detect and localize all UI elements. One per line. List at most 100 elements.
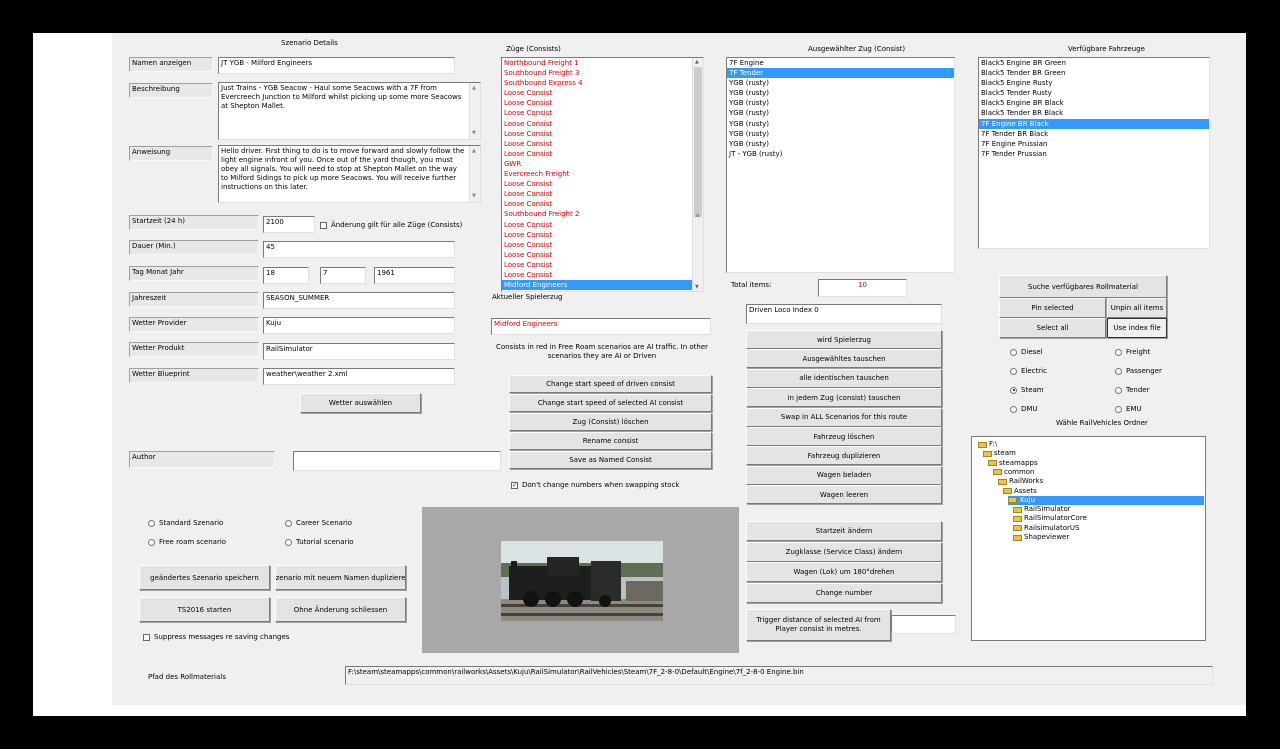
radio-steam[interactable]: Steam bbox=[1010, 386, 1044, 394]
consist-item[interactable]: Loose Consist bbox=[502, 220, 695, 230]
consist-item[interactable]: Southbound Freight 2 bbox=[502, 209, 695, 219]
month-field[interactable]: 7 bbox=[320, 267, 366, 284]
path-field[interactable]: F:\steam\steamapps\common\railworks\Asse… bbox=[345, 666, 1213, 685]
consist-item[interactable]: Loose Consist bbox=[502, 189, 695, 199]
radio-tutorial[interactable]: Tutorial scenario bbox=[285, 538, 354, 546]
change-start-time-button[interactable]: Startzeit ändern bbox=[746, 521, 942, 541]
weather-blueprint-field[interactable]: weather\weather 2.xml bbox=[263, 368, 455, 385]
weather-product-field[interactable]: RailSimulator bbox=[263, 343, 455, 360]
radio-standard[interactable]: Standard Szenario bbox=[148, 519, 223, 527]
consist-item[interactable]: Loose Consist bbox=[502, 88, 695, 98]
close-without-change-button[interactable]: Ohne Änderung schliessen bbox=[275, 597, 406, 622]
consist-item[interactable]: Loose Consist bbox=[502, 230, 695, 240]
consist-item[interactable]: Southbound Freight 3 bbox=[502, 68, 695, 78]
selected-train-list[interactable]: 7F Engine 7F Tender YGB (rusty) YGB (rusty)… bbox=[726, 57, 955, 273]
available-vehicle-item[interactable]: 7F Tender Prussian bbox=[979, 149, 1209, 159]
duplicate-vehicle-button[interactable]: Fahrzeug duplizieren bbox=[746, 446, 942, 466]
radio-electric[interactable]: Electric bbox=[1010, 367, 1047, 375]
radio-career[interactable]: Career Scenario bbox=[285, 519, 352, 527]
folder-node[interactable]: RailSimulator bbox=[1013, 505, 1071, 514]
folder-node[interactable]: RailWorks bbox=[998, 477, 1043, 486]
duplicate-scenario-button[interactable]: Szenario mit neuem Namen duplizieren bbox=[275, 565, 406, 590]
change-speed-driven-button[interactable]: Change start speed of driven consist bbox=[509, 375, 712, 393]
instruction-field[interactable]: Hello driver. First thing to do is to mo… bbox=[218, 145, 481, 203]
folder-tree[interactable]: F:\ steam steamapps common RailWorks Assets Ku… bbox=[971, 436, 1206, 641]
folder-node[interactable]: Assets bbox=[1003, 487, 1037, 496]
consist-item[interactable]: GWR bbox=[502, 159, 695, 169]
rotate-wagon-button[interactable]: Wagen (Lok) um 180°drehen bbox=[746, 562, 942, 582]
swap-selected-button[interactable]: Ausgewähltes tauschen bbox=[746, 349, 942, 369]
train-vehicle-item[interactable]: JT - YGB (rusty) bbox=[727, 149, 954, 159]
radio-emu[interactable]: EMU bbox=[1115, 405, 1142, 413]
consists-scrollbar[interactable]: ▲ ≡ ▼ bbox=[692, 58, 703, 291]
player-train-field[interactable]: Midford Engineers bbox=[491, 318, 711, 335]
trigger-distance-button[interactable]: Trigger distance of selected AI from Pla… bbox=[746, 609, 891, 641]
train-vehicle-item[interactable]: YGB (rusty) bbox=[727, 88, 954, 98]
available-vehicle-item[interactable]: Black5 Engine Rusty bbox=[979, 78, 1209, 88]
available-vehicle-item[interactable]: Black5 Tender BR Black bbox=[979, 108, 1209, 118]
consist-item[interactable]: Midford Engineers bbox=[502, 280, 695, 291]
select-weather-button[interactable]: Wetter auswählen bbox=[300, 393, 421, 413]
folder-node[interactable]: RailsimulatorUS bbox=[1013, 524, 1079, 533]
folder-node[interactable]: steam bbox=[983, 449, 1016, 458]
consist-item[interactable]: Loose Consist bbox=[502, 260, 695, 270]
consist-item[interactable]: Loose Consist bbox=[502, 129, 695, 139]
consist-item[interactable]: Loose Consist bbox=[502, 108, 695, 118]
description-field[interactable]: Just Trains - YGB Seacow - Haul some Sea… bbox=[218, 82, 481, 140]
day-field[interactable]: 18 bbox=[263, 267, 309, 284]
available-vehicle-item[interactable]: Black5 Engine BR Green bbox=[979, 58, 1209, 68]
vehicles-list[interactable]: Black5 Engine BR Green Black5 Tender BR G… bbox=[978, 57, 1210, 249]
consist-item[interactable]: Southbound Express 4 bbox=[502, 78, 695, 88]
instruction-scrollbar[interactable] bbox=[469, 146, 480, 202]
start-ts2016-button[interactable]: TS2016 starten bbox=[139, 597, 270, 622]
save-scenario-button[interactable]: geändertes Szenario speichern bbox=[139, 565, 270, 590]
change-speed-ai-button[interactable]: Change start speed of selected AI consis… bbox=[509, 394, 712, 412]
folder-node[interactable]: Kuju bbox=[1008, 495, 1204, 505]
available-vehicle-item[interactable]: Black5 Tender BR Green bbox=[979, 68, 1209, 78]
search-rolling-stock-button[interactable]: Suche verfügbares Rollmaterial bbox=[999, 275, 1167, 298]
consist-item[interactable]: Loose Consist bbox=[502, 270, 695, 280]
consist-item[interactable]: Loose Consist bbox=[502, 149, 695, 159]
folder-node[interactable]: common bbox=[993, 468, 1035, 477]
consist-item[interactable]: Loose Consist bbox=[502, 199, 695, 209]
driven-loco-field[interactable]: Driven Loco Index 0 bbox=[746, 304, 942, 324]
radio-passenger[interactable]: Passenger bbox=[1115, 367, 1162, 375]
folder-node[interactable]: steamapps bbox=[988, 459, 1038, 468]
consist-item[interactable]: Northbound Freight 1 bbox=[502, 58, 695, 68]
available-vehicle-item[interactable]: Black5 Engine BR Black bbox=[979, 98, 1209, 108]
save-named-consist-button[interactable]: Save as Named Consist bbox=[509, 451, 712, 469]
train-vehicle-item[interactable]: YGB (rusty) bbox=[727, 78, 954, 88]
change-service-class-button[interactable]: Zugklasse (Service Class) ändern bbox=[746, 541, 942, 562]
train-vehicle-item[interactable]: 7F Engine bbox=[727, 58, 954, 68]
radio-diesel[interactable]: Diesel bbox=[1010, 348, 1043, 356]
consists-list[interactable]: Northbound Freight 1 Southbound Freight 3… bbox=[501, 57, 704, 292]
dont-change-numbers-checkbox[interactable]: ✓ Don't change numbers when swapping stoc… bbox=[511, 481, 680, 489]
train-vehicle-item[interactable]: YGB (rusty) bbox=[727, 119, 954, 129]
name-field[interactable]: JT YGB - Milford Engineers bbox=[218, 57, 455, 74]
swap-in-every-consist-button[interactable]: in jedem Zug (consist) tauschen bbox=[746, 388, 942, 408]
radio-tender[interactable]: Tender bbox=[1115, 386, 1149, 394]
season-field[interactable]: SEASON_SUMMER bbox=[263, 292, 455, 309]
train-vehicle-item[interactable]: YGB (rusty) bbox=[727, 98, 954, 108]
change-number-button[interactable]: Change number bbox=[746, 582, 942, 603]
delete-consist-button[interactable]: Zug (Consist) löschen bbox=[509, 413, 712, 431]
trigger-distance-field[interactable] bbox=[891, 615, 956, 634]
suppress-messages-checkbox[interactable]: Suppress messages re saving changes bbox=[143, 633, 289, 641]
select-all-button[interactable]: Select all bbox=[999, 318, 1106, 338]
available-vehicle-item[interactable]: 7F Engine BR Black bbox=[979, 118, 1209, 129]
duration-field[interactable]: 45 bbox=[263, 241, 455, 258]
available-vehicle-item[interactable]: 7F Tender BR Black bbox=[979, 129, 1209, 139]
consist-item[interactable]: Loose Consist bbox=[502, 179, 695, 189]
available-vehicle-item[interactable]: Black5 Tender Rusty bbox=[979, 88, 1209, 98]
delete-vehicle-button[interactable]: Fahrzeug löschen bbox=[746, 427, 942, 446]
folder-node[interactable]: Shapeviewer bbox=[1013, 533, 1069, 542]
radio-freight[interactable]: Freight bbox=[1115, 348, 1150, 356]
unpin-all-button[interactable]: Unpin all items bbox=[1107, 298, 1167, 318]
folder-node[interactable]: F:\ bbox=[978, 440, 997, 449]
unload-wagon-button[interactable]: Wagen leeren bbox=[746, 485, 942, 505]
set-player-train-button[interactable]: wird Spielerzug bbox=[746, 330, 942, 349]
swap-all-scenarios-button[interactable]: Swap in ALL Scenarios for this route bbox=[746, 407, 942, 427]
radio-free-roam[interactable]: Free roam scenario bbox=[148, 538, 226, 546]
author-field[interactable] bbox=[293, 451, 501, 471]
consist-item[interactable]: Loose Consist bbox=[502, 98, 695, 108]
